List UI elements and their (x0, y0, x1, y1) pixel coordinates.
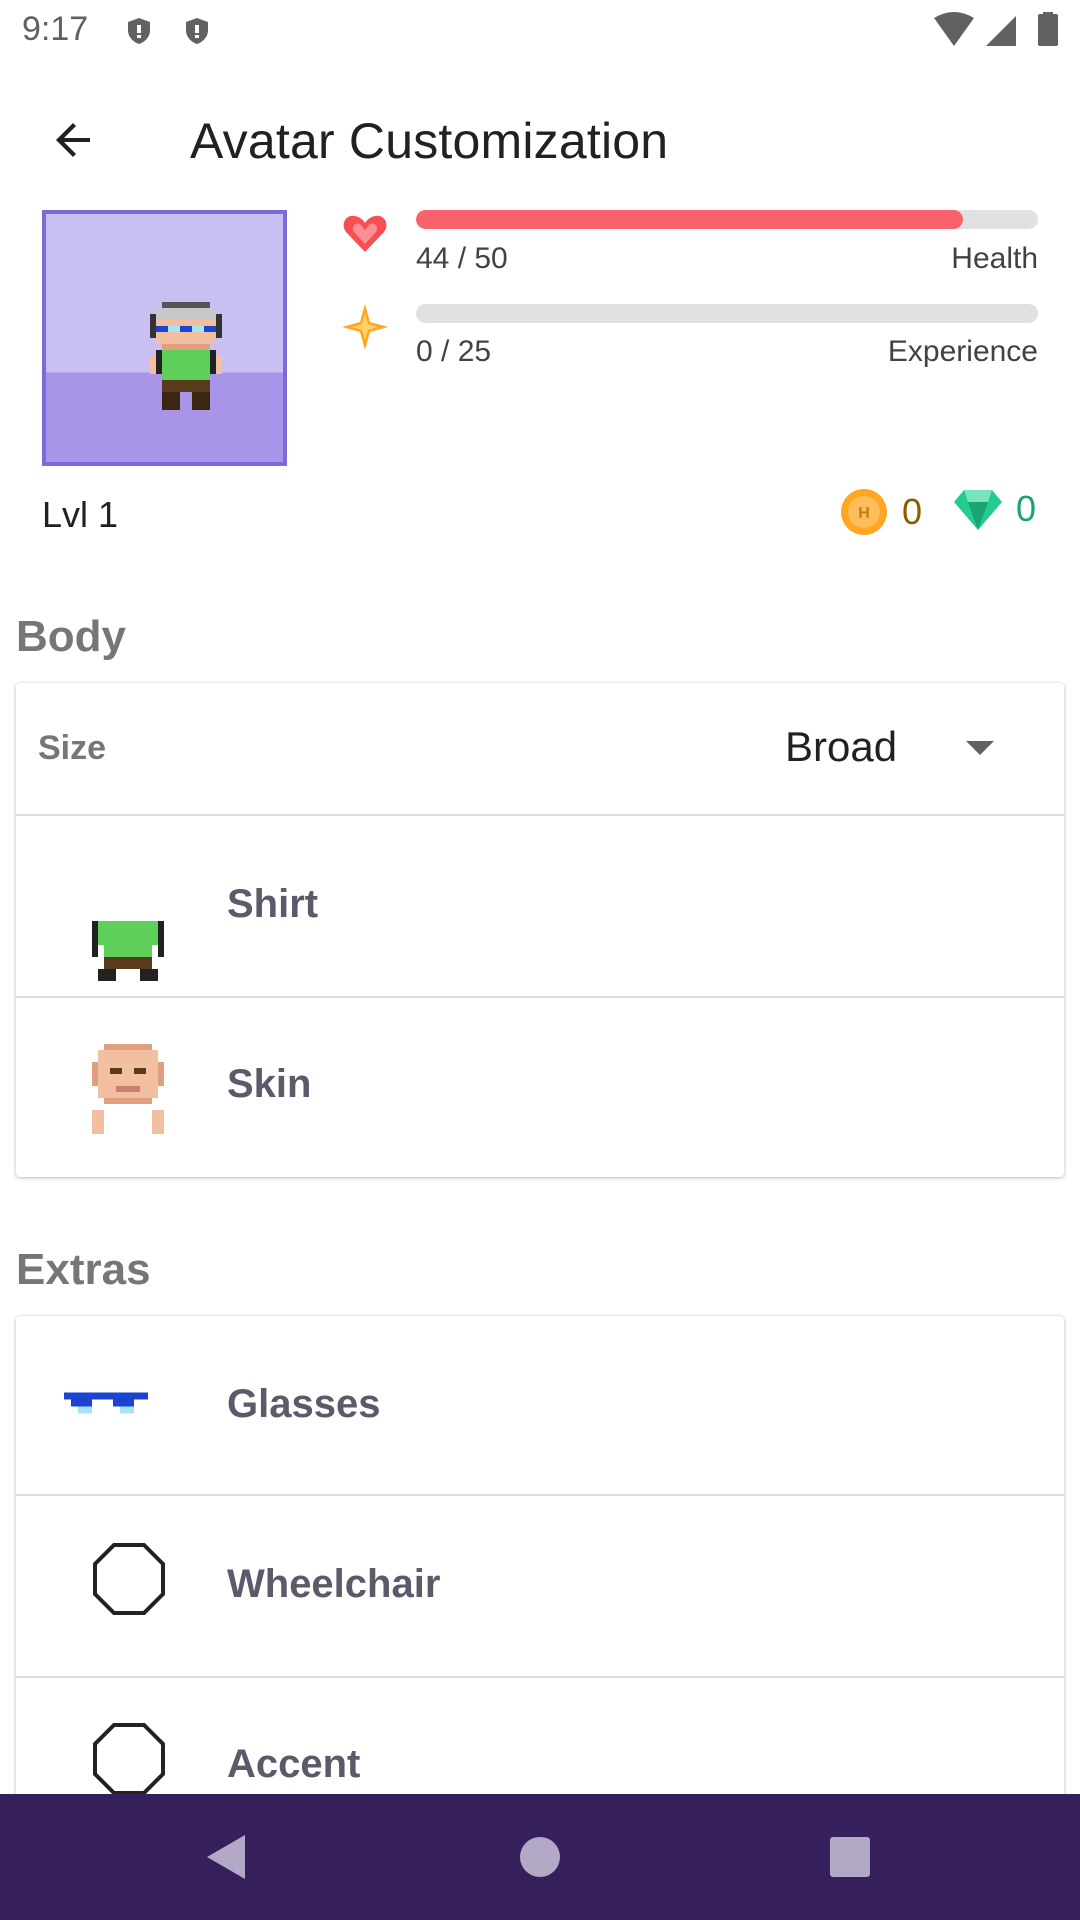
skin-row[interactable]: Skin (16, 998, 1064, 1177)
glasses-row[interactable]: Glasses (16, 1316, 1064, 1496)
svg-text:H: H (858, 505, 870, 522)
size-dropdown-value[interactable]: Broad (785, 723, 897, 771)
cellular-icon (986, 16, 1016, 46)
nav-home-button[interactable] (507, 1824, 573, 1890)
dropdown-arrow-icon[interactable] (966, 741, 994, 755)
wheelchair-row[interactable]: Wheelchair (16, 1496, 1064, 1678)
app-bar: Avatar Customization (0, 62, 1080, 212)
body-card: Size Broad Shirt Skin (16, 683, 1064, 1177)
nav-home-icon (520, 1837, 560, 1877)
health-label: Health (951, 242, 1038, 275)
status-icons (934, 12, 1058, 46)
skin-label: Skin (227, 1062, 312, 1106)
glasses-icon (64, 1392, 148, 1414)
health-bar (416, 210, 1038, 229)
wheelchair-label: Wheelchair (227, 1562, 441, 1606)
star-icon (342, 304, 388, 350)
shirt-row[interactable]: Shirt (16, 816, 1064, 998)
experience-bar (416, 304, 1038, 323)
shield-icon (128, 18, 150, 44)
nav-back-button[interactable] (192, 1824, 258, 1890)
avatar-preview (42, 210, 287, 466)
back-arrow-icon (56, 123, 90, 157)
extras-card: Glasses Wheelchair Accent (16, 1316, 1064, 1836)
page-title: Avatar Customization (190, 113, 669, 169)
glasses-label: Glasses (227, 1382, 381, 1426)
status-bar: 9:17 (0, 0, 1080, 62)
shield-icon (186, 18, 208, 44)
nav-recents-button[interactable] (817, 1824, 883, 1890)
experience-value: 0 / 25 (416, 335, 492, 368)
gold-currency: H 0 (840, 488, 922, 536)
experience-label: Experience (887, 335, 1038, 368)
nav-recents-icon (830, 1837, 870, 1877)
gold-coin-icon: H (841, 489, 887, 535)
gem-value: 0 (1016, 488, 1037, 529)
status-time: 9:17 (22, 10, 89, 48)
shirt-icon (92, 921, 164, 981)
nav-back-icon (207, 1835, 245, 1879)
body-section-title: Body (16, 612, 126, 661)
shirt-label: Shirt (227, 882, 319, 926)
gold-value: 0 (902, 491, 923, 532)
size-row[interactable]: Size Broad (16, 683, 1064, 816)
battery-icon (1038, 14, 1058, 46)
avatar-sprite (150, 302, 222, 410)
health-bar-fill (416, 210, 964, 229)
wifi-icon (934, 12, 974, 46)
gem-currency: 0 (954, 488, 1036, 530)
gem-icon (954, 490, 1002, 530)
extras-section-title: Extras (16, 1245, 151, 1294)
size-label: Size (38, 729, 107, 767)
navigation-bar (0, 1794, 1080, 1920)
heart-icon (343, 215, 387, 252)
health-value: 44 / 50 (416, 242, 508, 275)
accent-label: Accent (227, 1742, 361, 1786)
wheelchair-icon (93, 1543, 165, 1615)
level-label: Lvl 1 (42, 494, 119, 535)
accent-icon (93, 1723, 165, 1795)
back-button[interactable] (40, 106, 108, 174)
skin-icon (92, 1044, 164, 1134)
